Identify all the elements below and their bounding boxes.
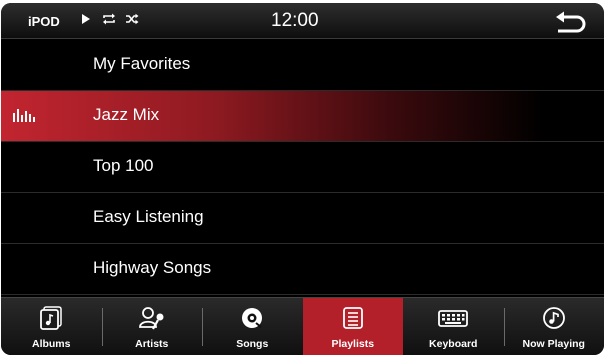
repeat-icon	[103, 13, 115, 25]
playlist-icon	[342, 307, 363, 329]
list-item-label: My Favorites	[93, 54, 191, 73]
tab-playlists[interactable]: Playlists	[302, 298, 403, 355]
tab-albums[interactable]: Albums	[1, 298, 102, 355]
status-bar: iPOD 12:00	[1, 3, 604, 39]
tab-label: Albums	[31, 338, 71, 350]
back-arrow-icon	[556, 11, 586, 33]
list-item-jazz-mix[interactable]: Jazz Mix	[1, 91, 604, 142]
tab-artists[interactable]: Artists	[101, 298, 203, 355]
disc-icon	[242, 308, 263, 328]
list-item-label: Jazz Mix	[93, 105, 160, 124]
shuffle-icon	[126, 13, 139, 25]
tab-label: Keyboard	[429, 338, 478, 350]
list-item-label: Top 100	[93, 156, 154, 175]
list-item-label: Easy Listening	[93, 207, 204, 226]
play-icon	[82, 14, 90, 24]
album-icon	[40, 306, 62, 330]
tab-label: Playlists	[331, 338, 375, 350]
list-item-top-100[interactable]: Top 100	[1, 142, 604, 193]
tab-songs[interactable]: Songs	[202, 298, 303, 355]
artist-icon	[138, 307, 164, 330]
back-button[interactable]	[553, 10, 589, 34]
playlist-list: My Favorites Jazz Mix Top 100 Easy Liste…	[1, 40, 604, 295]
source-label: iPOD	[28, 14, 60, 29]
clock: 12:00	[271, 10, 319, 31]
list-item-highway-songs[interactable]: Highway Songs	[1, 244, 604, 295]
tab-now-playing[interactable]: Now Playing	[503, 298, 605, 355]
list-item-label: Highway Songs	[93, 258, 212, 277]
tab-keyboard[interactable]: Keyboard	[403, 298, 504, 355]
tab-label: Now Playing	[522, 338, 585, 350]
equalizer-icon	[13, 109, 35, 122]
ipod-screen: iPOD 12:00 My Favorites Jazz Mix Top 100…	[1, 3, 604, 355]
tab-bar: Albums Artists Songs Playlists Keyboard …	[1, 297, 604, 355]
tab-label: Artists	[135, 338, 169, 350]
music-note-icon	[542, 307, 565, 329]
tab-label: Songs	[236, 338, 269, 350]
list-item-my-favorites[interactable]: My Favorites	[1, 40, 604, 91]
keyboard-icon	[438, 310, 469, 327]
list-item-easy-listening[interactable]: Easy Listening	[1, 193, 604, 244]
